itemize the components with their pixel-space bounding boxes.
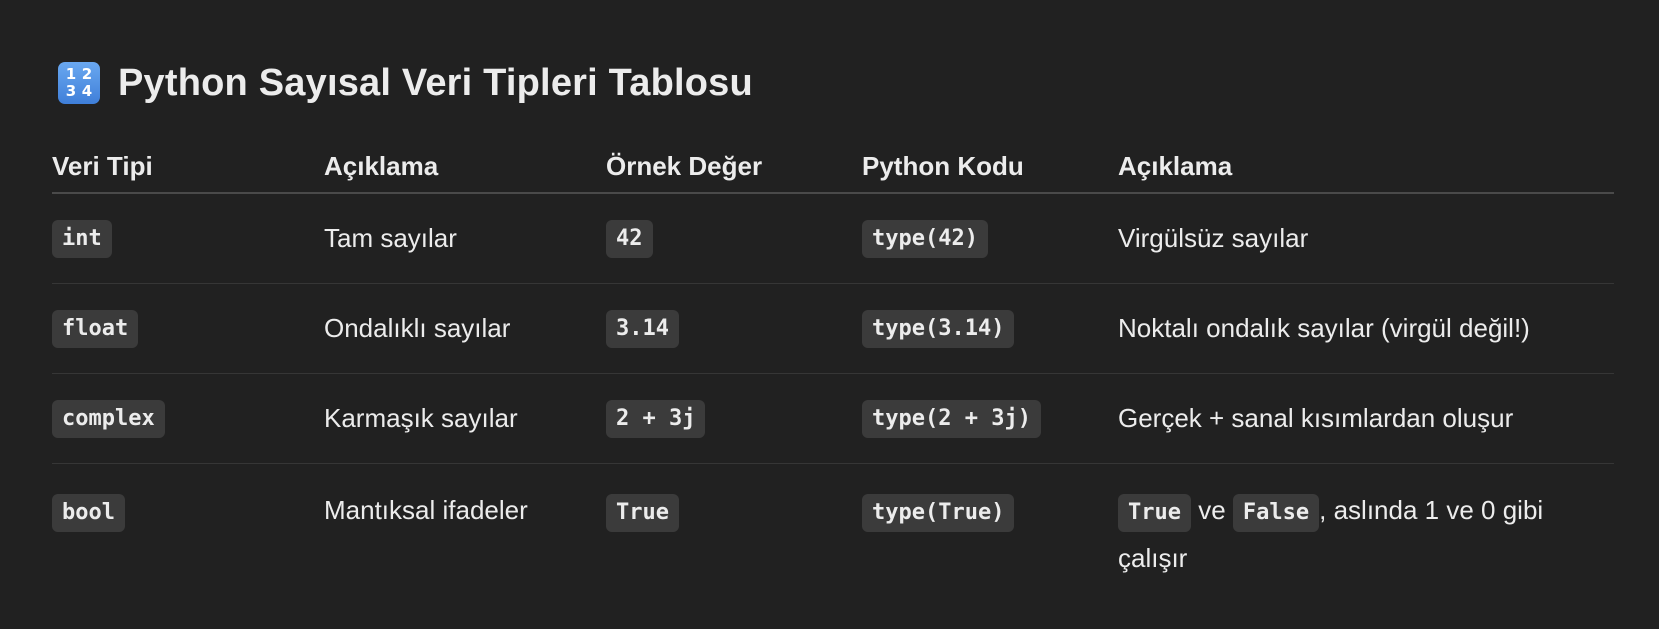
cell-type: complex	[52, 373, 324, 464]
inline-code: complex	[52, 399, 165, 438]
cell-type: float	[52, 283, 324, 374]
cell-example: 3.14	[606, 283, 862, 374]
cell-note: Noktalı ondalık sayılar (virgül değil!)	[1118, 283, 1614, 374]
input-numbers-icon: 1 2 3 4	[58, 62, 100, 104]
inline-code: True	[606, 494, 679, 532]
note-text: ve	[1190, 495, 1233, 525]
cell-description: Tam sayılar	[324, 193, 606, 284]
inline-code: False	[1232, 494, 1320, 532]
cell-example: 2 + 3j	[606, 373, 862, 464]
inline-code: type(42)	[862, 219, 988, 258]
inline-code: type(3.14)	[862, 309, 1015, 348]
inline-code: True	[1118, 494, 1191, 532]
cell-code: type(42)	[862, 193, 1118, 284]
page-heading: 1 2 3 4 Python Sayısal Veri Tipleri Tabl…	[58, 58, 753, 108]
cell-note: Virgülsüz sayılar	[1118, 193, 1614, 284]
table-row: complex Karmaşık sayılar 2 + 3j type(2 +…	[52, 373, 1614, 464]
cell-example: True	[606, 464, 862, 595]
cell-code: type(3.14)	[862, 283, 1118, 374]
inline-code: 42	[606, 219, 653, 258]
cell-description: Ondalıklı sayılar	[324, 283, 606, 374]
cell-code: type(True)	[862, 464, 1118, 595]
cell-type: int	[52, 193, 324, 284]
numeric-types-table: Veri Tipi Açıklama Örnek Değer Python Ko…	[52, 140, 1614, 594]
column-header-type: Veri Tipi	[52, 140, 324, 194]
column-header-code: Python Kodu	[862, 140, 1118, 194]
cell-type: bool	[52, 464, 324, 595]
inline-code: bool	[52, 494, 125, 532]
cell-description: Karmaşık sayılar	[324, 373, 606, 464]
column-header-note: Açıklama	[1118, 140, 1614, 194]
cell-note: Gerçek + sanal kısımlardan oluşur	[1118, 373, 1614, 464]
icon-glyph: 3	[65, 82, 77, 100]
inline-code: 2 + 3j	[606, 399, 706, 438]
icon-glyph: 4	[81, 82, 93, 100]
inline-code: type(2 + 3j)	[862, 399, 1041, 438]
inline-code: float	[52, 309, 139, 348]
inline-code: int	[52, 219, 112, 258]
cell-example: 42	[606, 193, 862, 284]
column-header-description: Açıklama	[324, 140, 606, 194]
icon-glyph: 2	[81, 65, 93, 83]
table-row: int Tam sayılar 42 type(42) Virgülsüz sa…	[52, 193, 1614, 284]
icon-glyph: 1	[65, 65, 77, 83]
cell-code: type(2 + 3j)	[862, 373, 1118, 464]
table-header-row: Veri Tipi Açıklama Örnek Değer Python Ko…	[52, 140, 1614, 194]
page-title: Python Sayısal Veri Tipleri Tablosu	[118, 61, 753, 104]
cell-note: True ve False, aslında 1 ve 0 gibi çalış…	[1118, 464, 1614, 595]
cell-description: Mantıksal ifadeler	[324, 495, 528, 525]
table-row: bool Mantıksal ifadeler True type(True) …	[52, 464, 1614, 595]
inline-code: type(True)	[862, 494, 1015, 532]
table-row: float Ondalıklı sayılar 3.14 type(3.14) …	[52, 283, 1614, 374]
inline-code: 3.14	[606, 309, 679, 348]
column-header-example: Örnek Değer	[606, 140, 862, 194]
